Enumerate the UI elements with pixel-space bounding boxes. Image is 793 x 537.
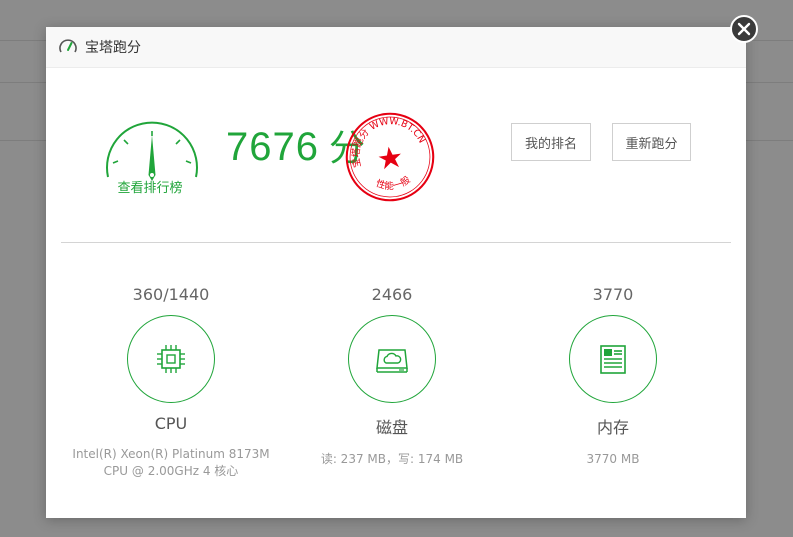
score-value: 7676 <box>226 125 319 169</box>
disk-icon <box>376 349 408 373</box>
metric-score: 2466 <box>371 285 413 304</box>
metric-icon-circle <box>348 315 436 403</box>
speedometer-icon <box>59 39 77 53</box>
modal-title: 宝塔跑分 <box>85 40 141 56</box>
modal-header: 宝塔跑分 <box>46 27 746 68</box>
close-button[interactable] <box>730 15 758 43</box>
benchmark-modal: 宝塔跑分 查看排行榜 7676 分 宝塔跑分 WWW.BT.CN 性能一般 我的排… <box>46 27 746 518</box>
metric-name: 磁盘 <box>375 418 408 437</box>
rerun-benchmark-button[interactable]: 重新跑分 <box>612 123 691 161</box>
stamp-bottom-text: 性能一般 <box>373 173 414 195</box>
my-rank-button[interactable]: 我的排名 <box>511 123 591 161</box>
cpu-icon <box>157 345 185 373</box>
metric-score: 360/1440 <box>132 285 210 304</box>
metric-icon-circle <box>569 315 657 403</box>
performance-stamp: 宝塔跑分 WWW.BT.CN 性能一般 <box>345 111 435 202</box>
metric-memory: 3770 内存 3770 MB <box>503 284 723 468</box>
metric-detail: 读: 237 MB，写: 174 MB <box>320 452 464 466</box>
metric-name: 内存 <box>596 418 629 437</box>
leaderboard-link[interactable]: 查看排行榜 <box>102 177 198 196</box>
metric-cpu: 360/1440 CPU Intel(R) Xeon(R) Platinum 8… <box>61 284 281 480</box>
section-divider <box>61 242 731 243</box>
metric-detail: 3770 MB <box>586 452 640 466</box>
close-icon <box>737 22 751 36</box>
metric-name: CPU <box>154 414 188 433</box>
metric-score: 3770 <box>592 285 634 304</box>
stamp-star-icon <box>378 146 401 170</box>
memory-icon <box>600 345 626 374</box>
metric-detail: Intel(R) Xeon(R) Platinum 8173M CPU @ 2.… <box>72 447 270 478</box>
metric-icon-circle <box>127 315 215 403</box>
metric-disk: 2466 磁盘 读: 237 MB，写: 174 MB <box>282 284 502 468</box>
